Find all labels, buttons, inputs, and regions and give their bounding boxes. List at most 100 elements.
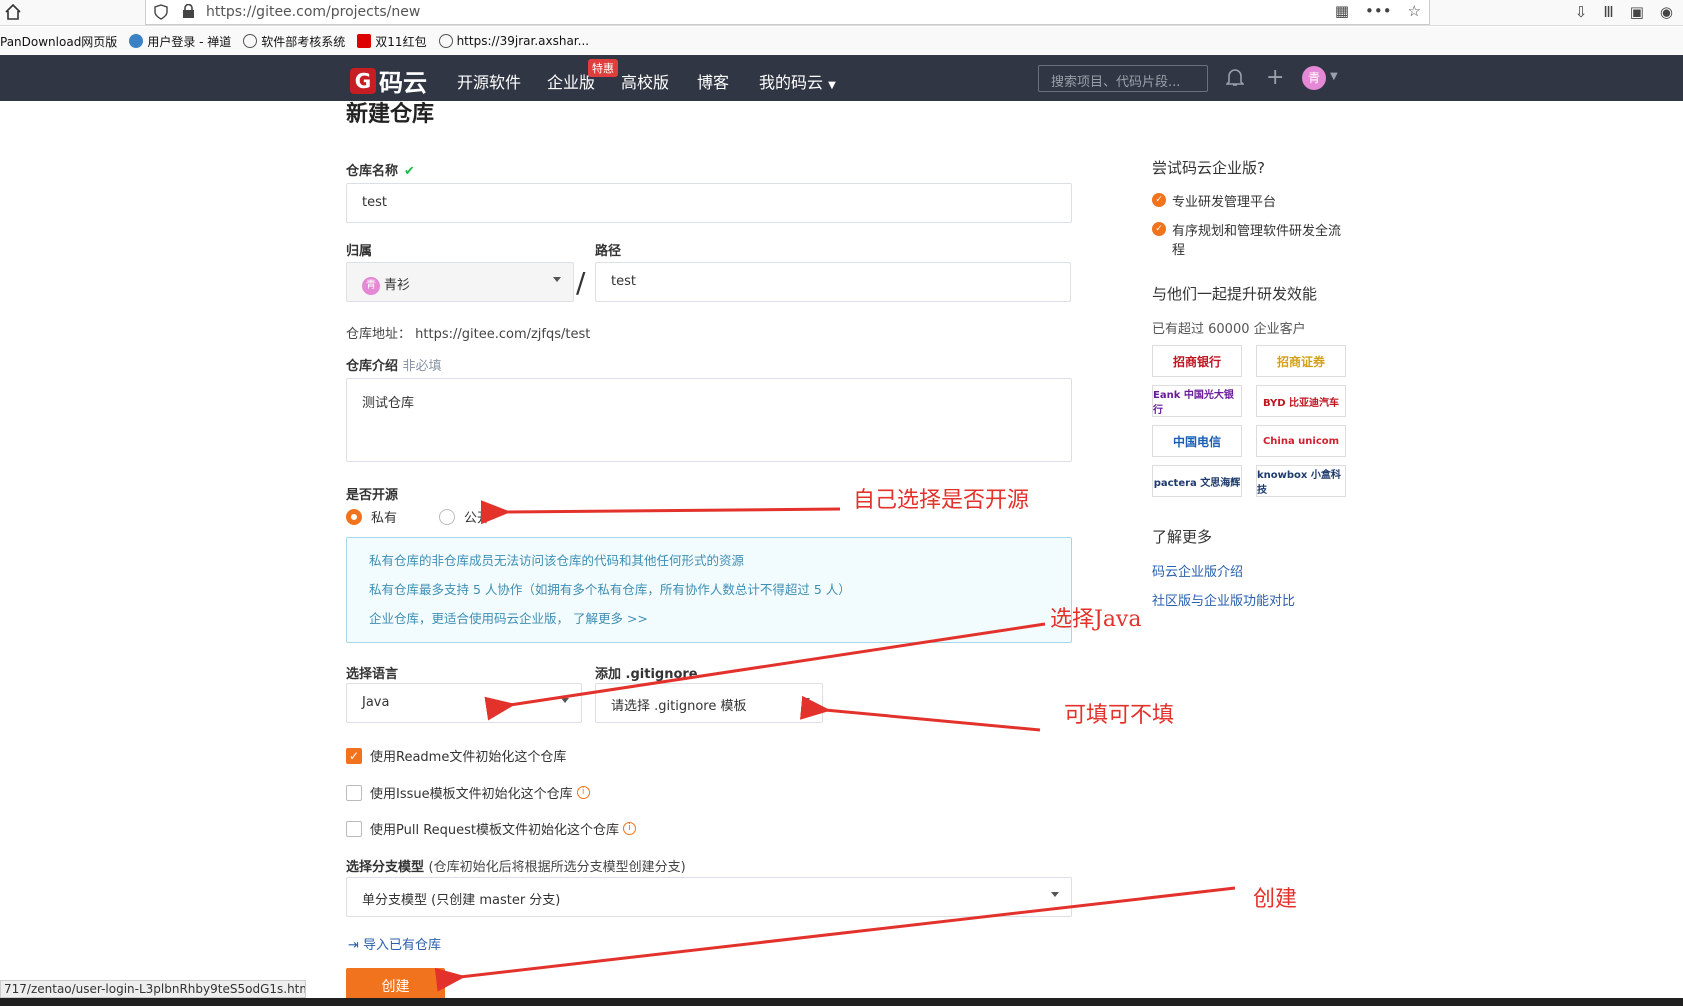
check-icon: ✔	[404, 164, 415, 179]
globe-icon	[438, 34, 453, 48]
plus-icon[interactable]: +	[1266, 65, 1284, 90]
branch-model-select[interactable]: 单分支模型 (只创建 master 分支)	[346, 877, 1072, 917]
feature-item: ✓ 专业研发管理平台	[1152, 191, 1276, 210]
customer-count: 已有超过 60000 企业客户	[1152, 322, 1306, 337]
bell-icon[interactable]	[1226, 67, 1244, 87]
info-line: 私有仓库的非仓库成员无法访问该仓库的代码和其他任何形式的资源	[369, 553, 745, 568]
logo-pactera: pactera 文思海辉	[1152, 465, 1242, 497]
bookmark-item[interactable]: 双11红包	[357, 33, 427, 50]
owner-select[interactable]: 青青衫	[346, 262, 574, 302]
caret-down-icon	[561, 698, 569, 703]
more-icon[interactable]: •••	[1365, 2, 1392, 20]
taskbar	[0, 998, 1683, 1006]
annotation-open-source: 自己选择是否开源	[853, 488, 1030, 513]
nav-blog[interactable]: 博客	[697, 69, 729, 93]
annotation-optional: 可填可不填	[1064, 703, 1175, 728]
status-url: 717/zentao/user-login-L3plbnRhby9teS5odG…	[0, 980, 306, 998]
logo-ceb: Eank 中国光大银行	[1152, 385, 1242, 417]
check-icon: ✓	[1152, 193, 1166, 207]
logo-mark: G	[350, 67, 376, 94]
info-icon[interactable]: i	[623, 822, 637, 835]
logo-knowbox: knowbox 小盒科技	[1256, 465, 1346, 497]
lock-icon[interactable]	[182, 4, 195, 19]
repo-name-input[interactable]: test	[346, 183, 1072, 223]
tmall-icon	[357, 34, 372, 48]
checkbox-unchecked-icon	[346, 784, 362, 801]
owner-label: 归属	[346, 244, 373, 259]
browser-toolbar: https://gitee.com/projects/new ▦ ••• ☆ ⇩…	[0, 0, 1683, 26]
repo-address: 仓库地址： https://gitee.com/zjfqs/test	[346, 327, 591, 342]
qr-code-icon[interactable]: ▦	[1335, 2, 1349, 20]
import-repo-link[interactable]: ⇥ 导入已有仓库	[348, 934, 441, 953]
bookmark-item[interactable]: 用户登录 - 禅道	[129, 33, 231, 50]
logo-telecom: 中国电信	[1152, 425, 1242, 457]
nav-my-gitee[interactable]: 我的码云 ▼	[759, 69, 836, 93]
path-label: 路径	[595, 244, 622, 259]
customer-logos: 招商银行 招商证券 Eank 中国光大银行 BYD 比亚迪汽车 中国电信 Chi…	[1152, 345, 1348, 497]
check-icon: ✓	[1152, 222, 1166, 236]
readme-checkbox[interactable]: ✓ 使用Readme文件初始化这个仓库	[346, 746, 566, 765]
home-icon[interactable]	[4, 3, 22, 21]
url-bar[interactable]: https://gitee.com/projects/new ▦ ••• ☆	[145, 0, 1430, 25]
info-line: 私有仓库最多支持 5 人协作（如拥有多个私有仓库，所有协作人数总计不得超过 5 …	[369, 582, 851, 597]
shield-icon[interactable]	[154, 4, 168, 20]
pocket-icon[interactable]: ⇩	[1575, 3, 1588, 21]
search-input[interactable]: 搜索项目、代码片段...	[1038, 65, 1208, 92]
nav-education[interactable]: 高校版	[621, 69, 669, 93]
pr-template-checkbox[interactable]: 使用Pull Request模板文件初始化这个仓库 i	[346, 819, 637, 838]
caret-down-icon	[1051, 892, 1059, 897]
logo-cmb: 招商银行	[1152, 345, 1242, 377]
checkbox-unchecked-icon	[346, 820, 362, 837]
bookmark-item[interactable]: https://39jrar.axshar...	[438, 34, 589, 48]
gitignore-select[interactable]: 请选择 .gitignore 模板	[595, 683, 823, 723]
radio-checked-icon	[346, 508, 362, 525]
feature-item: ✓ 有序规划和管理软件研发全流程	[1152, 220, 1352, 258]
bookmark-star-icon[interactable]: ☆	[1408, 2, 1421, 20]
hot-badge: 特惠	[588, 59, 618, 77]
open-source-label: 是否开源	[346, 488, 399, 503]
info-icon[interactable]: i	[576, 786, 590, 799]
nav-open-source[interactable]: 开源软件	[457, 69, 521, 93]
path-input[interactable]: test	[595, 262, 1071, 302]
caret-down-icon[interactable]: ▼	[1330, 71, 1338, 82]
account-icon[interactable]: ◉	[1660, 3, 1673, 21]
sidebar-try-title: 尝试码云企业版?	[1152, 159, 1265, 177]
desc-textarea[interactable]: 测试仓库	[346, 378, 1072, 462]
issue-template-checkbox[interactable]: 使用Issue模板文件初始化这个仓库 i	[346, 783, 590, 802]
bookmark-item[interactable]: PanDownload网页版	[0, 33, 117, 50]
path-separator: /	[576, 266, 586, 299]
globe-icon	[243, 34, 258, 48]
annotation-create: 创建	[1253, 887, 1298, 912]
info-line-learn-more[interactable]: 企业仓库，更适合使用码云企业版， 了解更多 >>	[369, 608, 1049, 627]
logo-cms: 招商证券	[1256, 345, 1346, 377]
gitee-logo[interactable]: G 码云	[350, 63, 427, 98]
lang-select[interactable]: Java	[346, 683, 582, 723]
caret-down-icon: ▼	[828, 80, 836, 91]
caret-down-icon	[802, 698, 810, 703]
private-info-box: 私有仓库的非仓库成员无法访问该仓库的代码和其他任何形式的资源 私有仓库最多支持 …	[346, 537, 1072, 643]
bookmarks-bar: PanDownload网页版 用户登录 - 禅道 软件部考核系统 双11红包 h…	[0, 27, 1683, 55]
repo-name-label: 仓库名称 ✔	[346, 164, 415, 179]
sidebar-together-title: 与他们一起提升研发效能	[1152, 285, 1318, 303]
enterprise-intro-link[interactable]: 码云企业版介绍	[1152, 561, 1243, 580]
desc-label: 仓库介绍 非必填	[346, 359, 442, 374]
annotation-java: 选择Java	[1050, 607, 1142, 632]
radio-private[interactable]: 私有	[346, 507, 397, 526]
library-icon[interactable]: Ⅲ	[1603, 3, 1613, 21]
logo-byd: BYD 比亚迪汽车	[1256, 385, 1346, 417]
url-text: https://gitee.com/projects/new	[206, 4, 421, 20]
checkbox-checked-icon: ✓	[346, 747, 362, 764]
annotation-arrows	[434, 500, 1236, 992]
compare-link[interactable]: 社区版与企业版功能对比	[1152, 590, 1295, 609]
sidebar-icon[interactable]: ▣	[1630, 3, 1644, 21]
avatar: 青	[362, 276, 380, 295]
radio-unchecked-icon	[439, 508, 455, 525]
avatar[interactable]: 青	[1302, 66, 1326, 90]
site-header: G 码云 开源软件 企业版 特惠 高校版 博客 我的码云 ▼ 搜索项目、代码片段.…	[0, 55, 1683, 101]
bookmark-item[interactable]: 软件部考核系统	[243, 33, 345, 50]
logo-unicom: China unicom	[1256, 425, 1346, 457]
radio-public[interactable]: 公开	[439, 507, 490, 526]
arrow-optional	[799, 695, 1041, 732]
lang-label: 选择语言	[346, 667, 399, 682]
caret-down-icon	[553, 277, 561, 282]
